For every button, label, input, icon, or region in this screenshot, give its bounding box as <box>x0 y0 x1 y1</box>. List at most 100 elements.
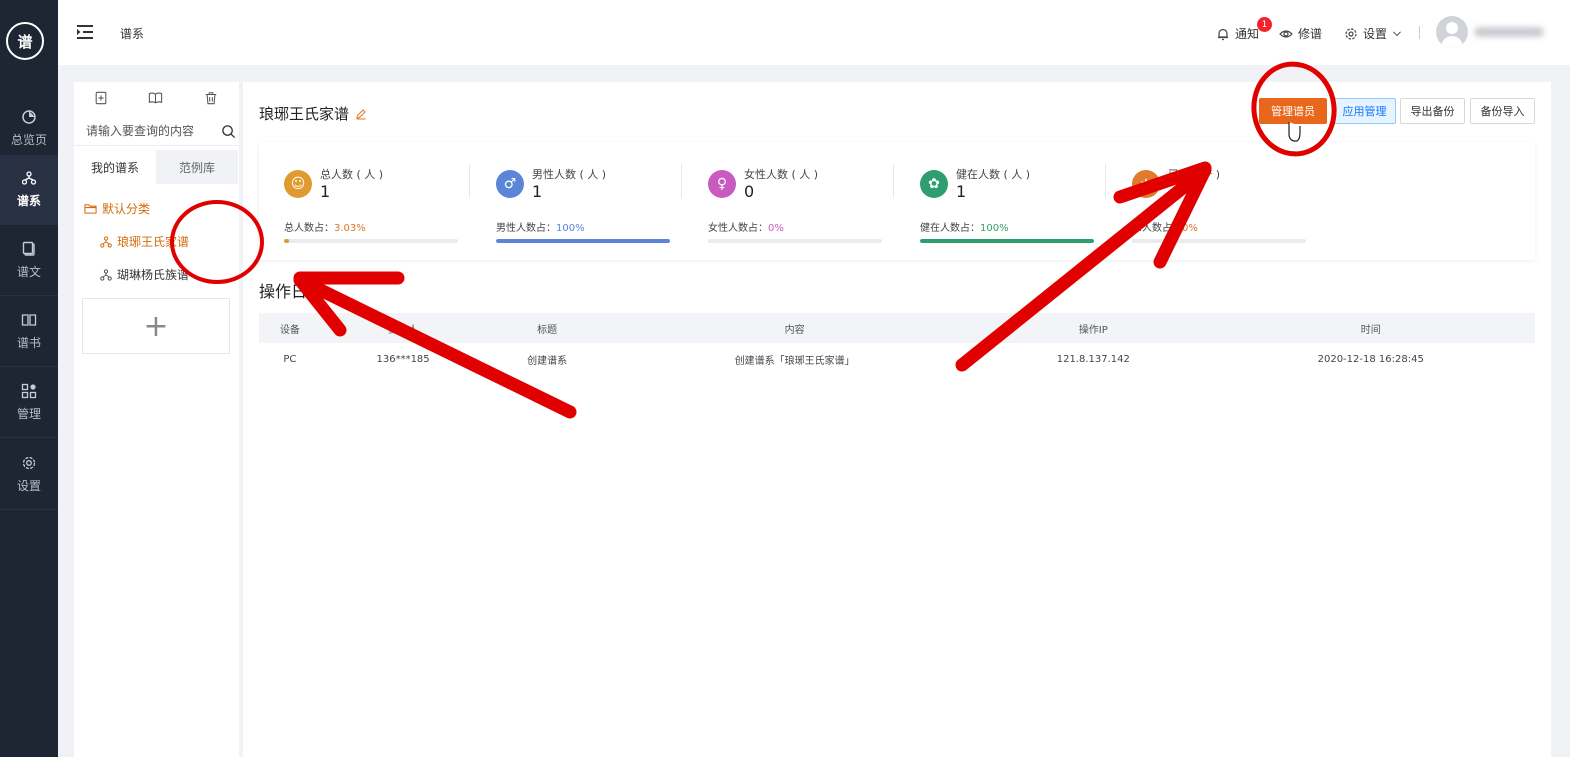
book-icon <box>21 314 37 326</box>
username-redacted[interactable] <box>1474 27 1544 37</box>
person-icon: ☺ <box>284 170 312 198</box>
stats-panel: ☺ 总人数 ( 人 ) 1 总人数占：3.03% ♂ 男性人数 ( 人 ) 1 … <box>259 142 1535 260</box>
stat-progress-bar <box>284 239 458 243</box>
male-icon: ♂ <box>496 170 524 198</box>
stat-value: 1 <box>956 182 967 201</box>
table-cell: 136***185 <box>376 353 430 365</box>
notification-badge: 1 <box>1257 17 1272 32</box>
settings-dropdown[interactable]: 设置 <box>1344 25 1402 42</box>
edit-genealogy-label: 修谱 <box>1298 27 1323 41</box>
nav-label: 谱文 <box>16 265 41 279</box>
topbar-divider <box>1419 26 1420 39</box>
folder-label: 默认分类 <box>102 202 151 216</box>
tab-examples[interactable]: 范例库 <box>156 150 238 184</box>
pie-chart-icon <box>22 110 36 124</box>
tree-item-label: 琅琊王氏家谱 <box>117 235 190 249</box>
tree-tabs: 我的谱系 范例库 <box>74 150 239 184</box>
sprout-icon: ✿ <box>920 170 948 198</box>
open-book-icon[interactable] <box>148 91 164 107</box>
stat-label: 女性人数 ( 人 ) <box>744 168 819 181</box>
document-icon <box>22 241 35 256</box>
stat-label: 总人数 ( 人 ) <box>320 168 384 181</box>
table-cell: PC <box>283 353 297 365</box>
stat-percent: 总人数占：3.03% <box>284 223 366 234</box>
tree-toolbar <box>74 82 239 116</box>
family-tree-icon <box>100 268 112 281</box>
column-header: 设备 <box>259 313 321 343</box>
stat-percent: …人数占：0% <box>1132 223 1198 234</box>
app-manage-button[interactable]: 应用管理 <box>1333 98 1396 124</box>
column-header: 时间 <box>1206 313 1535 343</box>
page-title: 琅琊王氏家谱 <box>259 103 367 124</box>
import-backup-button[interactable]: 备份导入 <box>1470 98 1535 124</box>
column-header: 操作IP <box>980 313 1207 343</box>
nav-label: 管理 <box>16 407 41 421</box>
stat-progress-fill <box>284 239 290 243</box>
genealogy-tree-panel: 我的谱系 范例库 默认分类 琅琊王氏家谱 瑚琳杨氏族谱 + <box>74 82 239 757</box>
column-header: 操作人 <box>320 313 486 343</box>
tree-item-hulin-yang[interactable]: 瑚琳杨氏族谱 <box>100 266 189 283</box>
nav-label: 谱系 <box>16 194 41 208</box>
notification-label: 通知 <box>1235 27 1260 41</box>
edit-genealogy-button[interactable]: 修谱 <box>1279 25 1322 42</box>
stat-icon: ★ <box>1132 170 1160 198</box>
stat-progress-bar <box>920 239 1094 243</box>
left-nav: 谱 总览页 谱系 谱文 谱书 管理 设置 <box>0 0 58 757</box>
tab-my-lineage[interactable]: 我的谱系 <box>74 150 156 184</box>
stat-value: 0 <box>744 182 755 201</box>
nav-label: 设置 <box>16 479 41 493</box>
family-tree-icon <box>100 235 112 248</box>
stat-female: ♀ 女性人数 ( 人 ) 0 女性人数占：0% <box>698 142 910 260</box>
nav-item-manage[interactable]: 管理 <box>0 368 58 438</box>
nav-label: 总览页 <box>10 133 47 147</box>
add-file-icon[interactable] <box>94 91 110 107</box>
export-backup-button[interactable]: 导出备份 <box>1400 98 1465 124</box>
tree-item-label: 瑚琳杨氏族谱 <box>117 268 190 282</box>
stat-label: 健在人数 ( 人 ) <box>956 168 1031 181</box>
stat-divider <box>469 164 470 198</box>
notification-button[interactable]: 通知 <box>1216 25 1259 42</box>
stat-percent: 女性人数占：0% <box>708 223 784 234</box>
stat-percent: 健在人数占：100% <box>920 223 1009 234</box>
app-logo[interactable]: 谱 <box>6 22 44 60</box>
table-cell: 121.8.137.142 <box>1056 353 1130 365</box>
nav-item-text[interactable]: 谱文 <box>0 226 58 296</box>
nav-item-book[interactable]: 谱书 <box>0 297 58 367</box>
tree-search-input[interactable] <box>74 118 214 144</box>
manage-admins-button[interactable]: 管理谱员 <box>1259 98 1327 124</box>
gear-icon <box>1345 27 1357 40</box>
avatar[interactable] <box>1436 16 1468 48</box>
column-header: 内容 <box>609 313 981 343</box>
stat-progress-fill <box>920 239 1094 243</box>
top-bar: 谱系 通知 1 修谱 设置 <box>58 0 1570 65</box>
tree-item-langya-wang[interactable]: 琅琊王氏家谱 <box>100 233 189 250</box>
female-icon: ♀ <box>708 170 736 198</box>
settings-label: 设置 <box>1363 27 1388 41</box>
gear-icon <box>22 456 36 470</box>
table-cell: 2020-12-18 16:28:45 <box>1317 353 1424 365</box>
stat-divider <box>1105 164 1106 198</box>
family-tree-icon <box>21 171 37 185</box>
nav-item-overview[interactable]: 总览页 <box>0 94 58 164</box>
nav-label: 谱书 <box>16 336 41 350</box>
stat-living: ✿ 健在人数 ( 人 ) 1 健在人数占：100% <box>910 142 1122 260</box>
column-header: 标题 <box>485 313 610 343</box>
add-lineage-button[interactable]: + <box>82 298 230 354</box>
search-icon[interactable] <box>221 124 236 139</box>
breadcrumb: 谱系 <box>120 27 145 41</box>
folder-default-category[interactable]: 默认分类 <box>84 200 150 217</box>
tree-search <box>74 118 239 146</box>
stat-value: 1 <box>532 182 543 201</box>
edit-pencil-icon[interactable] <box>355 108 367 120</box>
menu-fold-icon[interactable] <box>76 24 94 40</box>
eye-icon <box>1279 29 1293 38</box>
stat-label: 已… ( 个 ) <box>1168 168 1221 181</box>
nav-item-settings[interactable]: 设置 <box>0 440 58 510</box>
trash-icon[interactable] <box>204 91 220 107</box>
nav-item-lineage[interactable]: 谱系 <box>0 155 58 225</box>
stat-progress-bar <box>1132 239 1306 243</box>
stat-progress-bar <box>496 239 670 243</box>
table-cell: 创建谱系 <box>527 355 568 367</box>
page-title-text: 琅琊王氏家谱 <box>259 105 350 123</box>
stat-value: 1 <box>320 182 331 201</box>
